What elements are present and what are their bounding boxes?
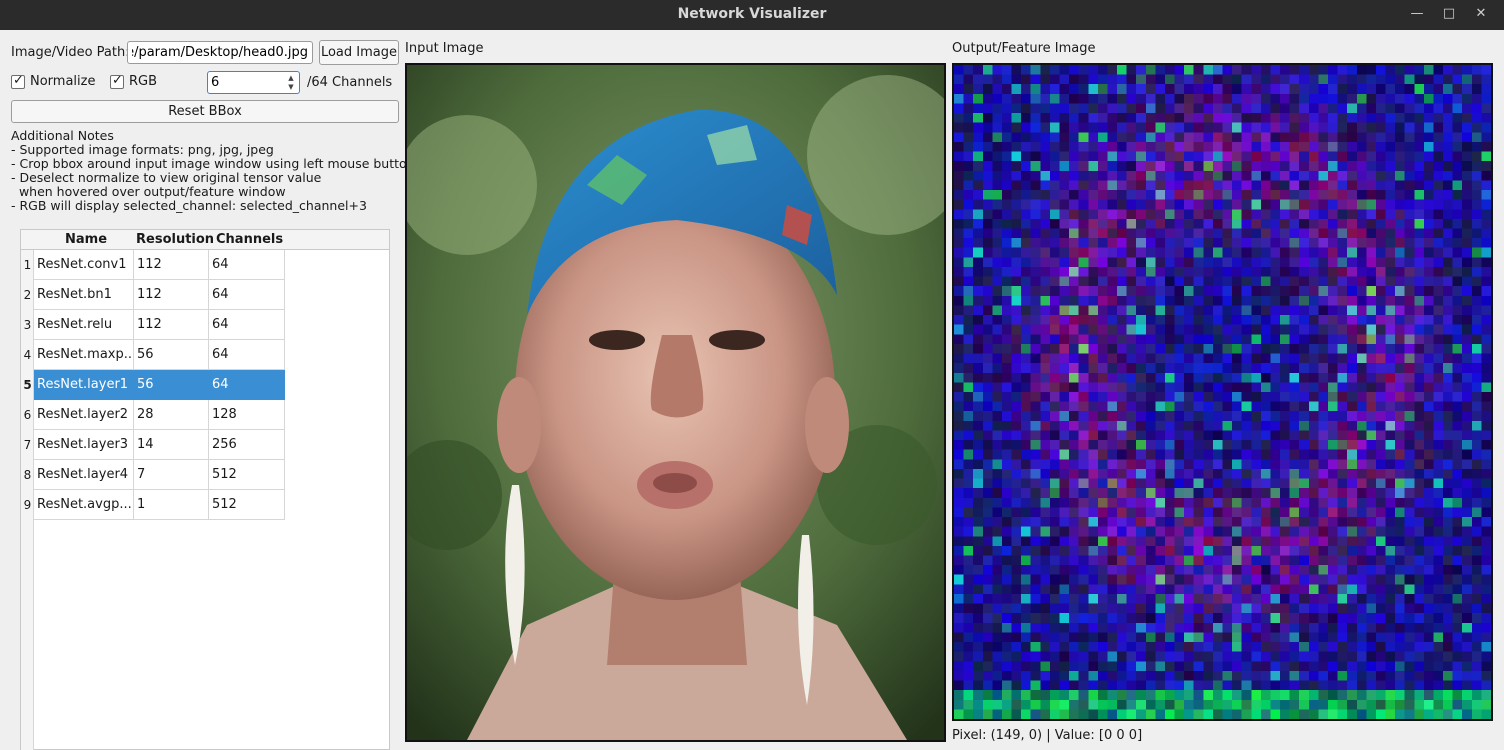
cell-channels[interactable]: 256 [209,430,285,460]
header-resolution: Resolution [136,232,215,247]
cell-channels[interactable]: 64 [209,280,285,310]
check-icon: ✓ [112,73,123,88]
table-row[interactable]: 1 ResNet.conv1 112 64 [21,250,285,280]
cell-name[interactable]: ResNet.layer1 [34,370,134,400]
row-number: 1 [23,258,32,272]
cell-name[interactable]: ResNet.relu [34,310,134,340]
check-icon: ✓ [13,73,24,88]
path-label: Image/Video Path: [11,45,130,60]
cell-name[interactable]: ResNet.layer3 [34,430,134,460]
table-row[interactable]: 7 ResNet.layer3 14 256 [21,430,285,460]
table-row[interactable]: 9 ResNet.avgp... 1 512 [21,490,285,520]
cell-resolution[interactable]: 1 [134,490,209,520]
load-image-button[interactable]: Load Image [319,40,399,65]
header-channels: Channels [216,232,284,247]
cell-resolution[interactable]: 7 [134,460,209,490]
table-header: Name Resolution Channels [21,230,389,250]
row-number: 9 [23,498,32,512]
cell-name[interactable]: ResNet.maxp... [34,340,134,370]
additional-notes: Additional Notes - Supported image forma… [11,128,415,213]
cell-channels[interactable]: 512 [209,490,285,520]
normalize-checkbox[interactable]: ✓ [11,73,25,89]
row-number: 6 [23,408,32,422]
cell-resolution[interactable]: 112 [134,250,209,280]
output-image-label: Output/Feature Image [952,41,1096,56]
cell-channels[interactable]: 64 [209,310,285,340]
layer-table[interactable]: Name Resolution Channels 1 ResNet.conv1 11… [20,229,390,750]
table-row[interactable]: 5 ResNet.layer1 56 64 [21,370,285,400]
cell-name[interactable]: ResNet.conv1 [34,250,134,280]
cell-resolution[interactable]: 56 [134,370,209,400]
window-title: Network Visualizer [677,6,827,22]
path-input[interactable] [127,41,313,64]
cell-resolution[interactable]: 56 [134,340,209,370]
row-number: 3 [23,318,32,332]
cell-resolution[interactable]: 112 [134,280,209,310]
title-bar: Network Visualizer — □ ✕ [0,0,1504,30]
rgb-label: RGB [129,74,158,89]
table-row[interactable]: 6 ResNet.layer2 28 128 [21,400,285,430]
cell-name[interactable]: ResNet.layer4 [34,460,134,490]
table-row[interactable]: 8 ResNet.layer4 7 512 [21,460,285,490]
cell-name[interactable]: ResNet.avgp... [34,490,134,520]
channel-input[interactable] [211,74,283,91]
cell-channels[interactable]: 512 [209,460,285,490]
cell-channels[interactable]: 64 [209,370,285,400]
row-number: 2 [23,288,32,302]
channel-spinbox[interactable]: ▲ ▼ [207,71,300,94]
pixel-status: Pixel: (149, 0) | Value: [0 0 0] [952,728,1143,743]
cell-name[interactable]: ResNet.layer2 [34,400,134,430]
header-name: Name [65,232,108,247]
cell-name[interactable]: ResNet.bn1 [34,280,134,310]
channels-count-label: /64 Channels [307,75,393,90]
spin-down-icon[interactable]: ▼ [285,82,297,92]
reset-bbox-button[interactable]: Reset BBox [11,100,399,123]
close-icon[interactable]: ✕ [1470,4,1492,24]
input-image [407,65,944,740]
cell-channels[interactable]: 64 [209,250,285,280]
rgb-checkbox[interactable]: ✓ [110,73,124,89]
row-number: 7 [23,438,32,452]
input-image-label: Input Image [405,41,484,56]
cell-resolution[interactable]: 112 [134,310,209,340]
cell-resolution[interactable]: 14 [134,430,209,460]
table-row[interactable]: 2 ResNet.bn1 112 64 [21,280,285,310]
table-row[interactable]: 4 ResNet.maxp... 56 64 [21,340,285,370]
feature-image [954,65,1491,719]
row-number: 8 [23,468,32,482]
cell-resolution[interactable]: 28 [134,400,209,430]
cell-channels[interactable]: 64 [209,340,285,370]
output-feature-view[interactable] [952,63,1493,721]
cell-channels[interactable]: 128 [209,400,285,430]
row-number: 4 [23,348,32,362]
table-row[interactable]: 3 ResNet.relu 112 64 [21,310,285,340]
input-image-view[interactable] [405,63,946,742]
normalize-label: Normalize [30,74,96,89]
minimize-icon[interactable]: — [1406,4,1428,24]
maximize-icon[interactable]: □ [1438,4,1460,24]
row-number: 5 [23,378,32,392]
